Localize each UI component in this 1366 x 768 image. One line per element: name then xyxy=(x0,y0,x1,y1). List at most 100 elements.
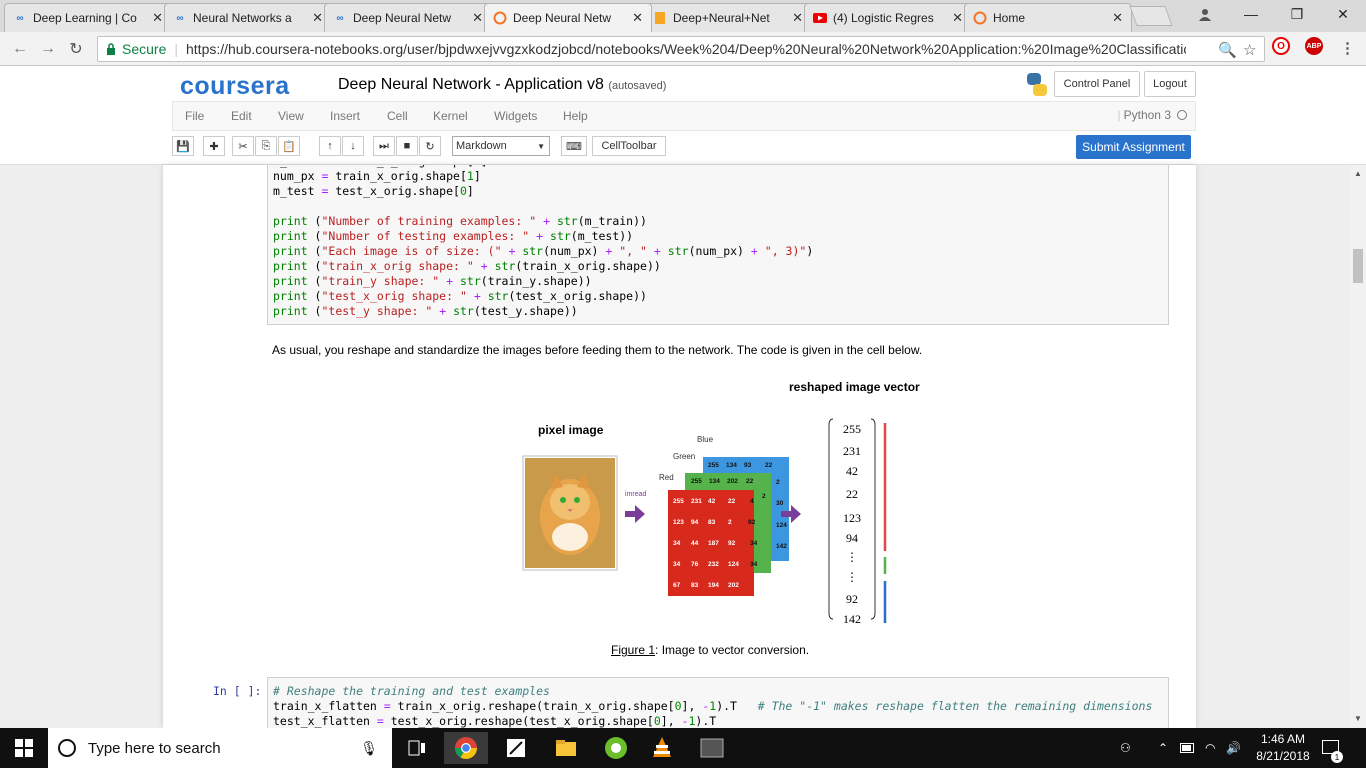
keyboard-icon[interactable]: ⌨ xyxy=(561,136,587,156)
close-tab-icon[interactable]: ✕ xyxy=(632,10,643,26)
media-player-icon[interactable] xyxy=(690,732,734,764)
wifi-icon[interactable]: ◠ xyxy=(1205,728,1215,768)
control-panel-button[interactable]: Control Panel xyxy=(1054,71,1140,97)
code-line[interactable]: train_x_flatten = train_x_orig.reshape(t… xyxy=(273,699,1163,714)
code-cell-reshape[interactable]: # Reshape the training and test examples… xyxy=(267,677,1169,728)
youtube-icon xyxy=(813,11,827,25)
close-tab-icon[interactable]: ✕ xyxy=(472,10,483,26)
windows-start-icon[interactable] xyxy=(0,732,48,764)
vlc-icon[interactable] xyxy=(640,732,684,764)
bookmark-star-icon[interactable]: ☆ xyxy=(1243,41,1256,59)
save-icon[interactable]: 💾 xyxy=(172,136,194,156)
code-line[interactable]: num_px = train_x_orig.shape[1] xyxy=(273,169,1163,184)
profile-icon[interactable] xyxy=(1182,0,1228,28)
opera-icon[interactable]: O xyxy=(1272,37,1290,55)
coursera-logo[interactable]: coursera xyxy=(180,72,290,101)
notes-app-icon[interactable] xyxy=(494,732,538,764)
close-tab-icon[interactable]: ✕ xyxy=(152,10,163,26)
new-tab-button[interactable] xyxy=(1129,6,1173,26)
code-line[interactable]: test_x_flatten = test_x_orig.reshape(tes… xyxy=(273,714,1163,728)
pdf-icon xyxy=(653,11,667,25)
menu-edit[interactable]: Edit xyxy=(231,109,252,123)
close-tab-icon[interactable]: ✕ xyxy=(312,10,323,26)
close-tab-icon[interactable]: ✕ xyxy=(1112,10,1123,26)
microphone-icon[interactable]: 🎙 xyxy=(360,740,378,757)
tab-youtube[interactable]: (4) Logistic Regres ✕ xyxy=(804,3,972,32)
paste-icon[interactable]: 📋 xyxy=(278,136,300,156)
code-cell-shapes[interactable]: m_train = train_x_orig.shape[0]num_px = … xyxy=(267,165,1169,325)
code-line[interactable] xyxy=(273,199,1163,214)
menu-view[interactable]: View xyxy=(278,109,304,123)
code-line[interactable]: # Reshape the training and test examples xyxy=(273,684,1163,699)
code-line[interactable]: print ("Each image is of size: (" + str(… xyxy=(273,244,1163,259)
reload-icon[interactable]: ↻ xyxy=(64,37,88,61)
vector-value: 123 xyxy=(843,511,861,525)
code-line[interactable]: print ("train_y shape: " + str(train_y.s… xyxy=(273,274,1163,289)
page-scrollbar[interactable]: ▲ ▼ xyxy=(1350,165,1366,728)
menu-kernel[interactable]: Kernel xyxy=(433,109,468,123)
tab-deep-neural-net-1[interactable]: ∞ Deep Neural Netw ✕ xyxy=(324,3,492,32)
menu-file[interactable]: File xyxy=(185,109,204,123)
code-line[interactable]: print ("train_x_orig shape: " + str(trai… xyxy=(273,259,1163,274)
notification-center-icon[interactable]: 1 xyxy=(1322,728,1343,768)
forward-icon[interactable]: → xyxy=(36,37,60,61)
scroll-down-icon[interactable]: ▼ xyxy=(1354,714,1362,723)
close-tab-icon[interactable]: ✕ xyxy=(792,10,803,26)
system-clock[interactable]: 1:46 AM 8/21/2018 xyxy=(1254,731,1312,765)
copy-icon[interactable]: ⎘ xyxy=(255,136,277,156)
menu-insert[interactable]: Insert xyxy=(330,109,360,123)
cut-icon[interactable]: ✂ xyxy=(232,136,254,156)
battery-icon[interactable] xyxy=(1180,728,1196,768)
tab-deep-neural-net-active[interactable]: Deep Neural Netw ✕ xyxy=(484,3,652,32)
minimize-icon[interactable]: — xyxy=(1228,0,1274,28)
zoom-icon[interactable]: 🔍 xyxy=(1218,41,1237,59)
notebook-title[interactable]: Deep Neural Network - Application v8 (au… xyxy=(338,76,666,94)
submit-assignment-button[interactable]: Submit Assignment xyxy=(1076,135,1191,159)
code-line[interactable]: print ("test_y shape: " + str(test_y.sha… xyxy=(273,304,1163,319)
code-line[interactable]: print ("Number of testing examples: " + … xyxy=(273,229,1163,244)
show-hidden-icons[interactable]: ⌃ xyxy=(1158,728,1168,768)
tab-home[interactable]: Home ✕ xyxy=(964,3,1132,32)
cell-toolbar-button[interactable]: CellToolbar xyxy=(592,136,666,156)
restart-icon[interactable]: ↻ xyxy=(419,136,441,156)
menu-help[interactable]: Help xyxy=(563,109,588,123)
adblock-icon[interactable]: ABP xyxy=(1305,37,1323,55)
code-line[interactable]: m_test = test_x_orig.shape[0] xyxy=(273,184,1163,199)
close-window-icon[interactable]: ✕ xyxy=(1320,0,1366,28)
vector-value: 94 xyxy=(846,531,858,545)
add-cell-icon[interactable]: ✚ xyxy=(203,136,225,156)
run-icon[interactable]: ⏭ xyxy=(373,136,395,156)
url-text[interactable]: https://hub.coursera-notebooks.org/user/… xyxy=(186,41,1186,57)
red-cell-value: 92 xyxy=(728,540,736,547)
scrollbar-thumb[interactable] xyxy=(1353,249,1363,283)
restore-icon[interactable]: ❐ xyxy=(1274,0,1320,28)
lock-icon xyxy=(106,43,116,55)
code-line[interactable]: print ("Number of training examples: " +… xyxy=(273,214,1163,229)
browser-menu-icon[interactable]: ⋮ xyxy=(1340,39,1355,57)
tab-neural-networks[interactable]: ∞ Neural Networks a ✕ xyxy=(164,3,332,32)
close-tab-icon[interactable]: ✕ xyxy=(952,10,963,26)
chrome-icon[interactable] xyxy=(444,732,488,764)
imread-label: imread xyxy=(625,491,647,498)
green-app-icon[interactable] xyxy=(594,732,638,764)
cell-type-select[interactable]: Markdown ▼ xyxy=(452,136,550,156)
red-cell-value: 187 xyxy=(708,540,719,547)
file-explorer-icon[interactable] xyxy=(544,732,588,764)
url-bar[interactable]: Secure | https://hub.coursera-notebooks.… xyxy=(97,36,1265,62)
move-up-icon[interactable]: ↑ xyxy=(319,136,341,156)
stop-icon[interactable]: ■ xyxy=(396,136,418,156)
tab-deep-learning[interactable]: ∞ Deep Learning | Co ✕ xyxy=(4,3,172,32)
volume-icon[interactable]: 🔊 xyxy=(1226,728,1241,768)
move-down-icon[interactable]: ↓ xyxy=(342,136,364,156)
menu-widgets[interactable]: Widgets xyxy=(494,109,537,123)
logout-button[interactable]: Logout xyxy=(1144,71,1196,97)
menu-cell[interactable]: Cell xyxy=(387,109,408,123)
task-view-icon[interactable] xyxy=(395,732,439,764)
tab-pdf[interactable]: Deep+Neural+Net ✕ xyxy=(644,3,812,32)
back-icon[interactable]: ← xyxy=(8,37,32,61)
people-icon[interactable]: ⚇ xyxy=(1120,728,1131,768)
browser-tab-strip: ∞ Deep Learning | Co ✕ ∞ Neural Networks… xyxy=(0,0,1366,32)
code-line[interactable]: print ("test_x_orig shape: " + str(test_… xyxy=(273,289,1163,304)
scroll-up-icon[interactable]: ▲ xyxy=(1354,169,1362,178)
taskbar-search-box[interactable]: Type here to search 🎙 xyxy=(48,728,392,768)
